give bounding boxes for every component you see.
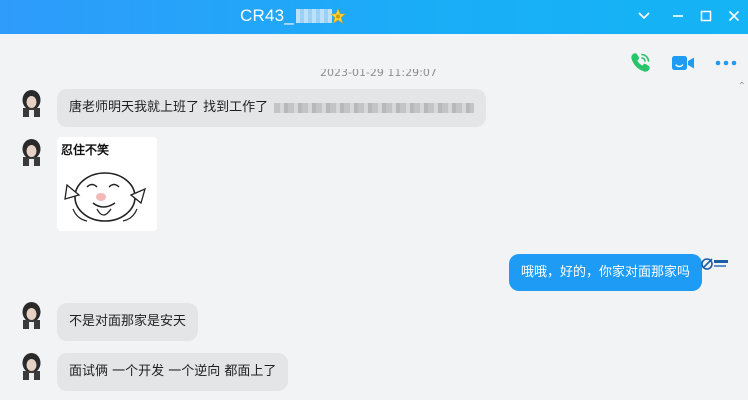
close-button[interactable] <box>724 6 744 26</box>
more-icon[interactable] <box>713 50 739 76</box>
avatar[interactable] <box>18 300 45 329</box>
contact-name-text: CR43_ <box>240 6 294 25</box>
message-bubble-mine[interactable]: 哦哦，好的，你家对面那家吗 <box>509 254 703 291</box>
scroll-indicator-icon[interactable]: ⌃ <box>738 81 746 92</box>
vip-badge-icon <box>330 8 346 24</box>
my-avatar-logo-icon[interactable] <box>700 255 730 273</box>
video-icon[interactable] <box>670 50 696 76</box>
message-text: 哦哦，好的，你家对面那家吗 <box>521 265 691 280</box>
avatar[interactable] <box>18 88 45 117</box>
sticker-image[interactable]: 忍住不笑 <box>57 137 157 231</box>
avatar[interactable] <box>18 351 45 380</box>
message-text: 不是对面那家是安天 <box>69 314 187 329</box>
title-bar: CR43_ <box>0 0 748 34</box>
message-bubble[interactable]: 面试俩 一个开发 一个逆向 都面上了 <box>57 353 289 391</box>
laughing-face-drawing <box>64 172 147 222</box>
redacted-text <box>274 102 475 113</box>
message-timestamp: 2023-01-29 11:29:07 <box>320 69 437 77</box>
redacted-name-part <box>295 9 332 23</box>
minimize-button[interactable] <box>668 6 688 26</box>
message-text: 唐老师明天我就上班了 找到工作了 <box>69 100 269 115</box>
chevron-down-icon[interactable] <box>634 6 654 26</box>
message-text: 面试俩 一个开发 一个逆向 都面上了 <box>69 364 277 379</box>
avatar[interactable] <box>18 137 45 166</box>
message-bubble[interactable]: 不是对面那家是安天 <box>57 303 199 341</box>
contact-name: CR43_ <box>240 6 332 26</box>
message-bubble[interactable]: 唐老师明天我就上班了 找到工作了 <box>57 89 487 127</box>
maximize-button[interactable] <box>696 6 716 26</box>
phone-icon[interactable] <box>627 50 653 76</box>
